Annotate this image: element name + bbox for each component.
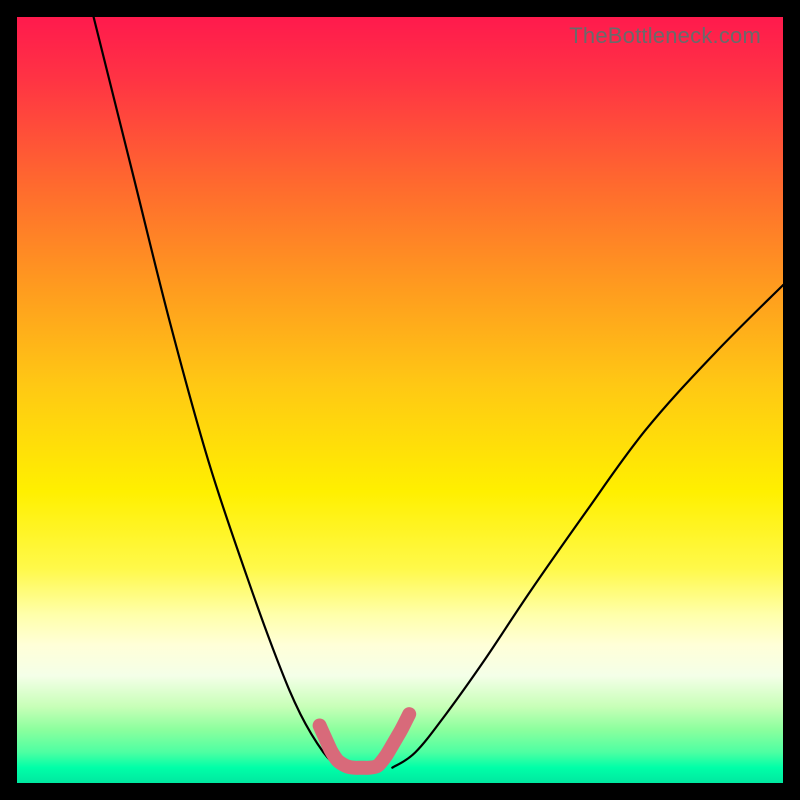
watermark-text: TheBottleneck.com [569, 23, 761, 49]
chart-frame: TheBottleneck.com [0, 0, 800, 800]
right-curve [392, 285, 783, 768]
plot-area: TheBottleneck.com [17, 17, 783, 783]
bottom-highlight [320, 714, 410, 768]
left-curve [94, 17, 339, 768]
chart-svg [17, 17, 783, 783]
